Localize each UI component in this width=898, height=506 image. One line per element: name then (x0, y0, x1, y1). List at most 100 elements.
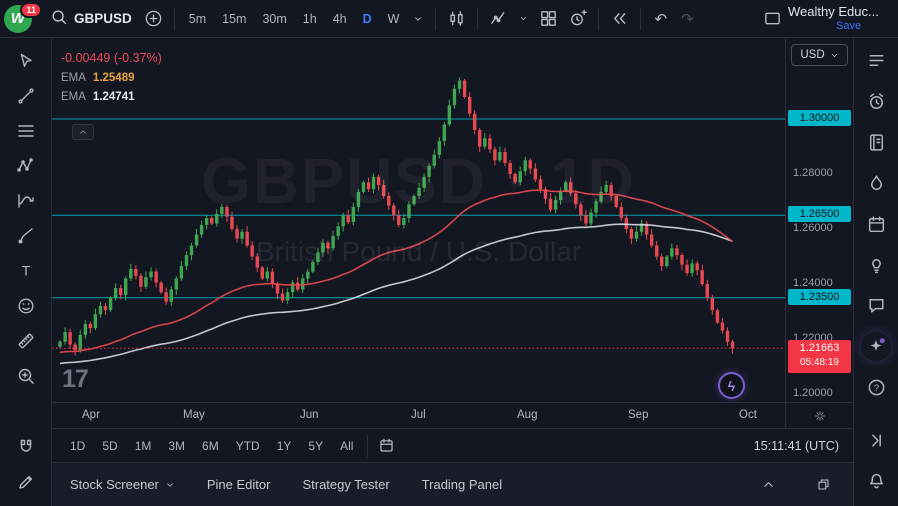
hotlists-flame-icon[interactable] (861, 169, 891, 198)
xabcd-pattern-tool-icon[interactable] (9, 149, 43, 182)
trend-line-tool-icon[interactable] (9, 79, 43, 112)
symbol-name: GBPUSD (74, 11, 132, 26)
price-tick: 1.28000 (793, 167, 833, 179)
bar-countdown: 05:48:19 (800, 357, 839, 368)
level-price-label: 1.26500 (788, 206, 851, 222)
account-menu[interactable]: Wealthy Educ... Save (788, 5, 898, 33)
timeframe-1h[interactable]: 1h (296, 8, 324, 30)
brush-tool-icon[interactable] (9, 219, 43, 252)
emoji-tool-icon[interactable] (9, 289, 43, 322)
timeframe-1d[interactable]: D (356, 8, 379, 30)
chat-icon[interactable] (861, 291, 891, 320)
price-tick: 1.24000 (793, 277, 833, 289)
timeframe-30m[interactable]: 30m (255, 8, 293, 30)
lightning-icon: ϟ (728, 378, 735, 394)
price-scale[interactable]: USD 1.280001.260001.240001.220001.200001… (785, 38, 853, 402)
app-logo[interactable]: W 11 (4, 3, 38, 35)
bar-replay-icon[interactable] (606, 5, 633, 32)
tab-label: Strategy Tester (302, 477, 389, 492)
alerts-clock-icon[interactable] (861, 87, 891, 116)
range-toolbar: 1D 5D 1M 3M 6M YTD 1Y 5Y All 15:11:41 (U… (52, 428, 853, 462)
undo-icon[interactable]: ↶ (648, 8, 673, 30)
time-axis-label: Jul (411, 409, 426, 421)
timeframe-1w[interactable]: W (381, 8, 407, 30)
legend-collapse-button[interactable] (72, 124, 94, 140)
journal-icon[interactable] (861, 128, 891, 157)
publish-icon[interactable] (861, 426, 891, 455)
top-toolbar: W 11 GBPUSD 5m 15m 30m 1h 4h D W (0, 0, 898, 38)
tradingview-logo-watermark[interactable]: 17 (62, 365, 88, 394)
currency-dropdown[interactable]: USD (791, 44, 848, 66)
time-axis[interactable]: AprMayJunJulAugSepOct (52, 402, 853, 428)
redo-icon[interactable]: ↷ (675, 8, 700, 30)
go-to-date-icon[interactable] (374, 433, 399, 458)
alert-clock-icon[interactable] (564, 5, 591, 32)
notification-count-badge: 11 (20, 2, 42, 18)
timeframe-5m[interactable]: 5m (182, 8, 213, 30)
panel-collapse-icon[interactable] (757, 473, 780, 496)
range-3m[interactable]: 3M (160, 435, 193, 457)
timeframe-15m[interactable]: 15m (215, 8, 253, 30)
tab-label: Pine Editor (207, 477, 271, 492)
level-price-label: 1.30000 (788, 110, 851, 126)
trading-app: W 11 GBPUSD 5m 15m 30m 1h 4h D W (0, 0, 898, 506)
time-axis-label: Oct (739, 409, 757, 421)
magnet-tool-icon[interactable] (9, 430, 43, 463)
indicators-icon[interactable] (485, 5, 512, 32)
ai-assistant-sparkle-icon[interactable] (861, 332, 891, 361)
price-tick: 1.20000 (793, 387, 833, 399)
compare-add-icon[interactable] (140, 5, 167, 32)
fib-retracement-tool-icon[interactable] (9, 114, 43, 147)
zoom-tool-icon[interactable] (9, 359, 43, 392)
range-1m[interactable]: 1M (127, 435, 160, 457)
chart-canvas[interactable]: GBPUSD · 1D British Pound / U.S. Dollar … (52, 38, 785, 402)
divider (174, 8, 175, 30)
tab-strategy-tester[interactable]: Strategy Tester (302, 477, 389, 492)
watchlist-icon[interactable] (861, 46, 891, 75)
chart-style-candles-icon[interactable] (443, 5, 470, 32)
cursor-tool-icon[interactable] (9, 44, 43, 77)
divider (640, 8, 641, 30)
clock-utc[interactable]: 15:11:41 (UTC) (754, 439, 843, 453)
range-1y[interactable]: 1Y (269, 435, 300, 457)
layout-grid-icon[interactable] (535, 5, 562, 32)
range-6m[interactable]: 6M (194, 435, 227, 457)
range-ytd[interactable]: YTD (228, 435, 268, 457)
symbol-search-button[interactable]: GBPUSD (44, 4, 138, 33)
chevron-down-icon (165, 480, 175, 490)
save-button[interactable]: Save (836, 20, 861, 33)
timeframe-menu-caret-icon[interactable] (408, 9, 428, 29)
range-5y[interactable]: 5Y (300, 435, 331, 457)
price-tick: 1.26000 (793, 222, 833, 234)
measure-tool-icon[interactable] (9, 324, 43, 357)
candlestick-chart (52, 38, 785, 402)
time-axis-labels: AprMayJunJulAugSepOct (52, 403, 785, 428)
range-1d[interactable]: 1D (62, 435, 93, 457)
left-drawing-toolbar: T (0, 38, 52, 506)
timeframe-4h[interactable]: 4h (326, 8, 354, 30)
tab-stock-screener[interactable]: Stock Screener (70, 477, 175, 492)
divider (598, 8, 599, 30)
range-all[interactable]: All (332, 435, 361, 457)
edit-pencil-icon[interactable] (9, 465, 43, 498)
time-axis-label: Sep (628, 409, 648, 421)
svg-text:?: ? (873, 383, 878, 394)
help-icon[interactable]: ? (861, 373, 891, 402)
calendar-icon[interactable] (861, 210, 891, 239)
text-tool-icon[interactable]: T (9, 254, 43, 287)
tab-pine-editor[interactable]: Pine Editor (207, 477, 271, 492)
forecast-tool-icon[interactable] (9, 184, 43, 217)
range-5d[interactable]: 5D (94, 435, 125, 457)
panel-maximize-icon[interactable] (812, 473, 835, 496)
ideas-lightbulb-icon[interactable] (861, 251, 891, 280)
boost-badge[interactable]: ϟ (718, 372, 745, 399)
time-axis-label: Jun (300, 409, 319, 421)
svg-text:T: T (21, 262, 30, 278)
fullscreen-icon[interactable] (759, 5, 786, 32)
level-price-label: 1.23500 (788, 289, 851, 305)
tab-trading-panel[interactable]: Trading Panel (422, 477, 502, 492)
currency-label: USD (800, 49, 824, 61)
scale-settings[interactable] (785, 403, 853, 428)
notifications-bell-icon[interactable] (861, 467, 891, 496)
indicator-templates-caret-icon[interactable] (514, 9, 533, 28)
